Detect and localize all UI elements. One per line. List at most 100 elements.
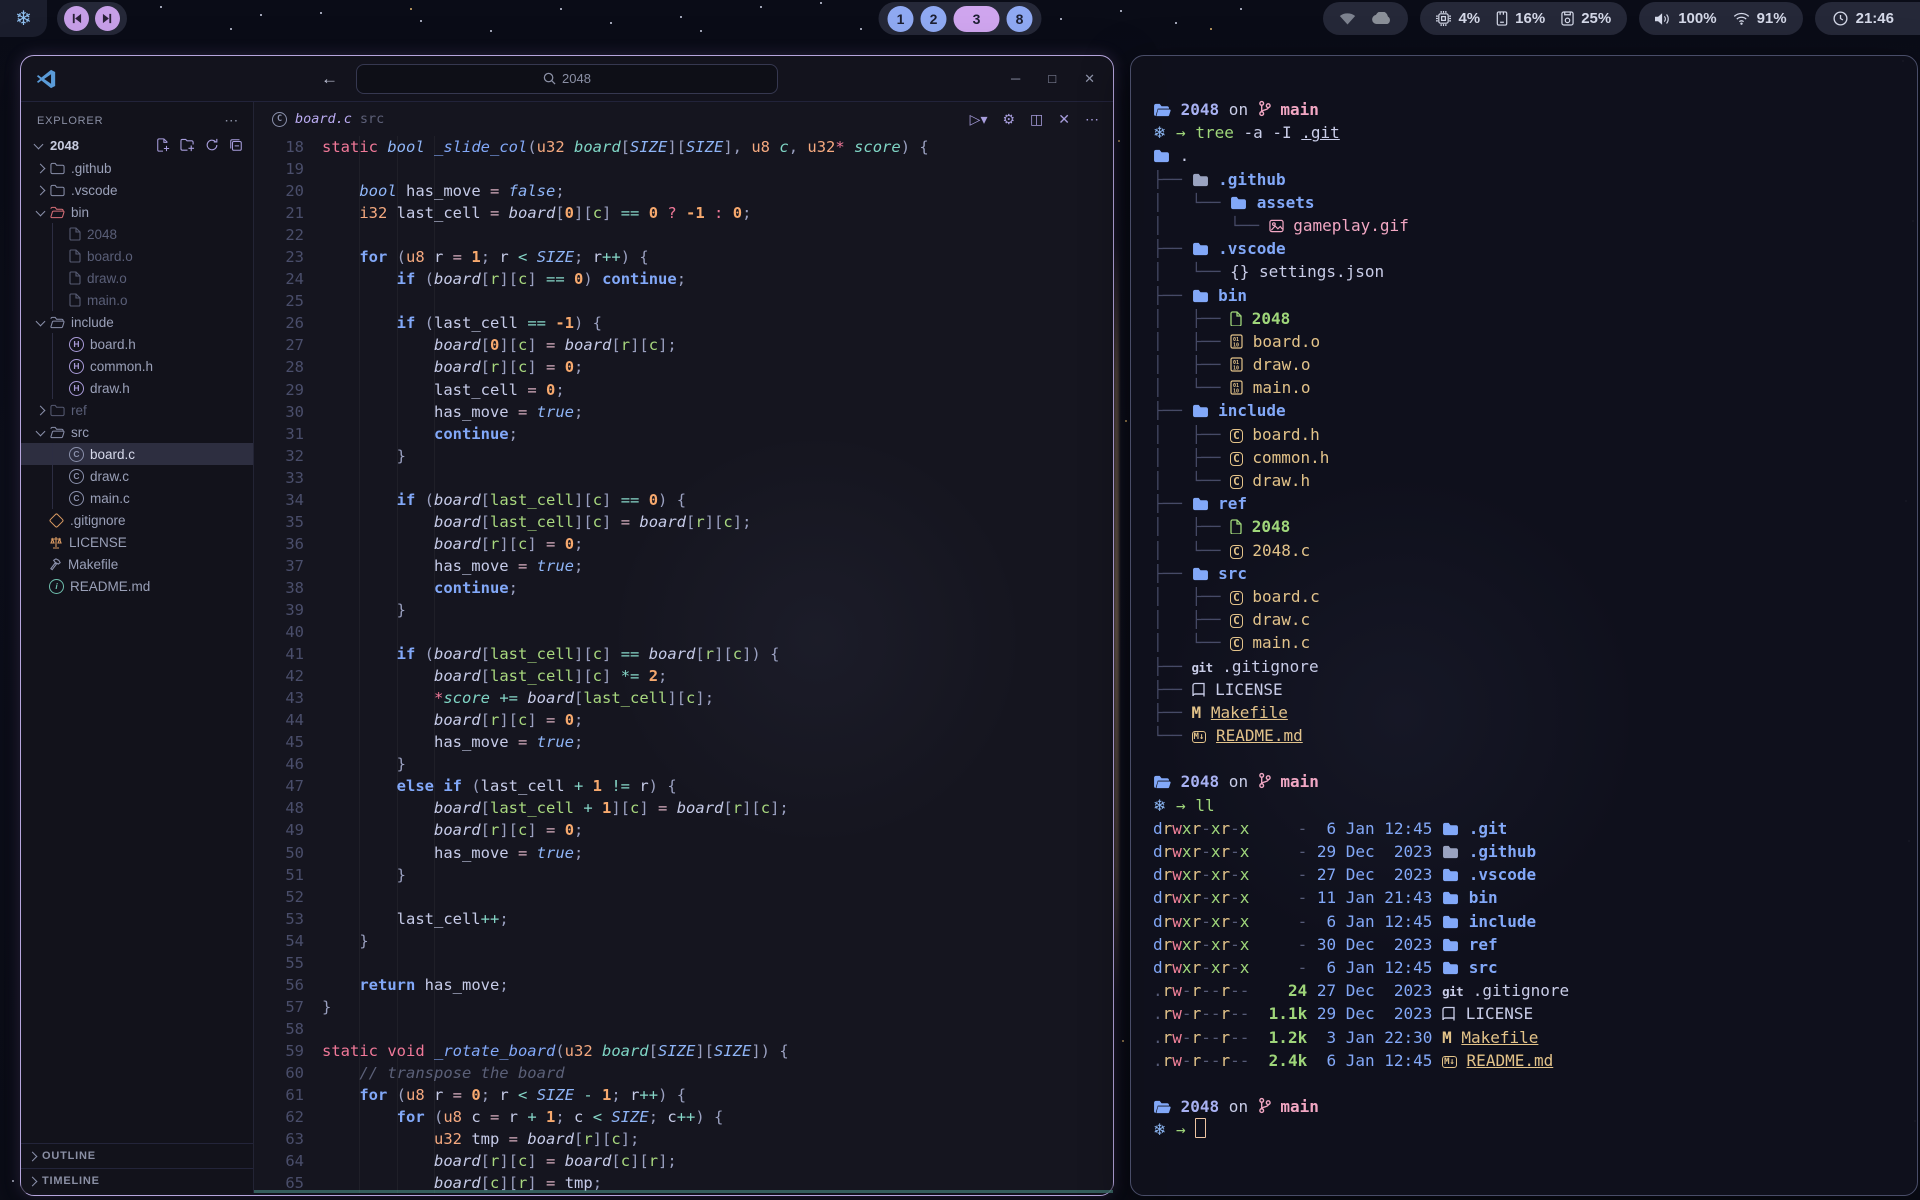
explorer-menu-button[interactable]: ⋯ <box>224 112 239 129</box>
explorer-item-.gitignore[interactable]: .gitignore <box>21 509 253 531</box>
cursor-icon <box>1195 1118 1206 1141</box>
item-label: .github <box>71 161 112 176</box>
chevron-spacer <box>37 561 43 567</box>
code-line: 29 last_cell = 0; <box>254 379 1113 401</box>
collapse-folders-button[interactable] <box>229 138 243 152</box>
c-file-icon: C <box>272 112 287 127</box>
wifi-stat[interactable]: 91% <box>1733 10 1787 27</box>
cpu-stat: 4% <box>1436 10 1480 27</box>
settings-button[interactable]: ⚙ <box>1002 111 1015 128</box>
explorer-item-2048[interactable]: 2048 <box>21 223 253 245</box>
media-previous-button[interactable] <box>64 6 89 31</box>
terminal-line: │ ├── 0110 draw.o <box>1153 353 1907 376</box>
media-controls <box>57 2 127 35</box>
code-line: 21 i32 last_cell = board[0][c] == 0 ? -1… <box>254 202 1113 224</box>
horizontal-scrollbar[interactable] <box>254 1190 1113 1193</box>
explorer-item-.github[interactable]: .github <box>21 157 253 179</box>
chevron-spacer <box>57 253 63 259</box>
terminal-line: .rw-r--r-- 1.2k 3 Jan 22:30 M Makefile <box>1153 1026 1907 1049</box>
item-label: common.h <box>90 359 153 374</box>
explorer-item-board.h[interactable]: Hboard.h <box>21 333 253 355</box>
nix-launcher-button[interactable]: ❄ <box>0 0 47 37</box>
vscode-titlebar[interactable]: ← → 2048 ─ □ ✕ <box>21 56 1113 102</box>
terminal-line: .rw-r--r-- 2.4k 6 Jan 12:45 M↓ README.md <box>1153 1049 1907 1072</box>
code-editor[interactable]: 18static bool _slide_col(u32 board[SIZE]… <box>254 136 1113 1193</box>
explorer-item-README.md[interactable]: iREADME.md <box>21 575 253 597</box>
file-icon <box>69 293 81 307</box>
chevron-down-icon <box>36 316 46 326</box>
more-actions-button[interactable]: ⋯ <box>1085 111 1099 128</box>
explorer-item-src[interactable]: src <box>21 421 253 443</box>
explorer-item-.vscode[interactable]: .vscode <box>21 179 253 201</box>
terminal-window[interactable]: 2048 on main❄ → tree -a -I .git .├── .gi… <box>1130 55 1918 1196</box>
wallpaper-gold-arc <box>1114 235 1119 1005</box>
explorer-item-LICENSE[interactable]: LICENSE <box>21 531 253 553</box>
code-line: 37 has_move = true; <box>254 555 1113 577</box>
workspace-1[interactable]: 1 <box>888 6 914 32</box>
item-label: .vscode <box>71 183 118 198</box>
workspace-3[interactable]: 3 <box>954 6 1000 32</box>
timeline-panel[interactable]: TIMELINE <box>21 1168 253 1193</box>
chevron-right-icon <box>36 163 46 173</box>
editor-area: C board.c src ▷▾ ⚙ ◫ ✕ ⋯ 18static bool _slid… <box>254 102 1113 1193</box>
explorer-item-common.h[interactable]: Hcommon.h <box>21 355 253 377</box>
terminal-line: │ ├── 2048 <box>1153 515 1907 538</box>
code-line: 64 board[r][c] = board[c][r]; <box>254 1150 1113 1172</box>
media-next-button[interactable] <box>95 6 120 31</box>
outline-panel[interactable]: OUTLINE <box>21 1143 253 1168</box>
chevron-spacer <box>57 275 63 281</box>
explorer-root-folder[interactable]: 2048 <box>21 133 253 157</box>
explorer-item-board.o[interactable]: board.o <box>21 245 253 267</box>
close-button[interactable]: ✕ <box>1084 71 1095 87</box>
explorer-item-main.c[interactable]: Cmain.c <box>21 487 253 509</box>
explorer-item-draw.c[interactable]: Cdraw.c <box>21 465 253 487</box>
terminal-line: drwxr-xr-x - 6 Jan 12:45 include <box>1153 910 1907 933</box>
branch-icon <box>1258 1095 1271 1118</box>
dir-gear-icon <box>1442 910 1459 933</box>
minimize-button[interactable]: ─ <box>1011 71 1020 87</box>
code-line: 30 has_move = true; <box>254 401 1113 423</box>
vscode-window[interactable]: ← → 2048 ─ □ ✕ EXPLORER ⋯ 2048 <box>20 55 1114 1196</box>
terminal-line: │ ├── C common.h <box>1153 446 1907 469</box>
code-line: 57} <box>254 996 1113 1018</box>
volume-stat[interactable]: 100% <box>1655 10 1716 27</box>
maximize-button[interactable]: □ <box>1048 71 1056 87</box>
back-button[interactable]: ← <box>321 69 338 89</box>
workspace-8[interactable]: 8 <box>1007 6 1033 32</box>
run-button[interactable]: ▷▾ <box>970 111 988 128</box>
dir-git-icon <box>1442 817 1459 840</box>
workspace-2[interactable]: 2 <box>921 6 947 32</box>
terminal-line: ├── M Makefile <box>1153 701 1907 724</box>
command-center-search[interactable]: 2048 <box>356 64 778 94</box>
explorer-item-main.o[interactable]: main.o <box>21 289 253 311</box>
explorer-item-board.c[interactable]: Cboard.c <box>21 443 253 465</box>
close-editor-button[interactable]: ✕ <box>1058 111 1070 128</box>
chevron-down-icon <box>36 426 46 436</box>
explorer-item-include[interactable]: include <box>21 311 253 333</box>
code-line: 63 u32 tmp = board[r][c]; <box>254 1128 1113 1150</box>
dir-icon <box>1192 562 1209 585</box>
explorer-item-ref[interactable]: ref <box>21 399 253 421</box>
chevron-spacer <box>57 495 63 501</box>
explorer-item-draw.o[interactable]: draw.o <box>21 267 253 289</box>
terminal-line <box>1153 747 1907 770</box>
terminal-line: │ ├── 0110 board.o <box>1153 330 1907 353</box>
refresh-button[interactable] <box>205 138 219 152</box>
explorer-item-Makefile[interactable]: Makefile <box>21 553 253 575</box>
wifi-tray-icon[interactable] <box>1339 12 1356 25</box>
new-folder-button[interactable] <box>180 138 195 152</box>
explorer-item-bin[interactable]: bin <box>21 201 253 223</box>
dir-icon <box>1442 933 1459 956</box>
new-file-button[interactable] <box>156 138 170 152</box>
svg-text:10: 10 <box>1233 342 1239 348</box>
snow-icon: ❄ <box>1153 794 1166 817</box>
clock[interactable]: 21:46 <box>1815 2 1920 35</box>
dir-icon <box>1442 863 1459 886</box>
explorer-item-draw.h[interactable]: Hdraw.h <box>21 377 253 399</box>
cloud-tray-icon[interactable] <box>1370 12 1392 25</box>
dir-open-icon <box>1153 770 1171 793</box>
root-folder-label: 2048 <box>50 138 79 153</box>
code-line: 58 <box>254 1018 1113 1040</box>
tab-board-c[interactable]: C board.c src <box>260 102 396 136</box>
split-editor-button[interactable]: ◫ <box>1030 111 1043 128</box>
